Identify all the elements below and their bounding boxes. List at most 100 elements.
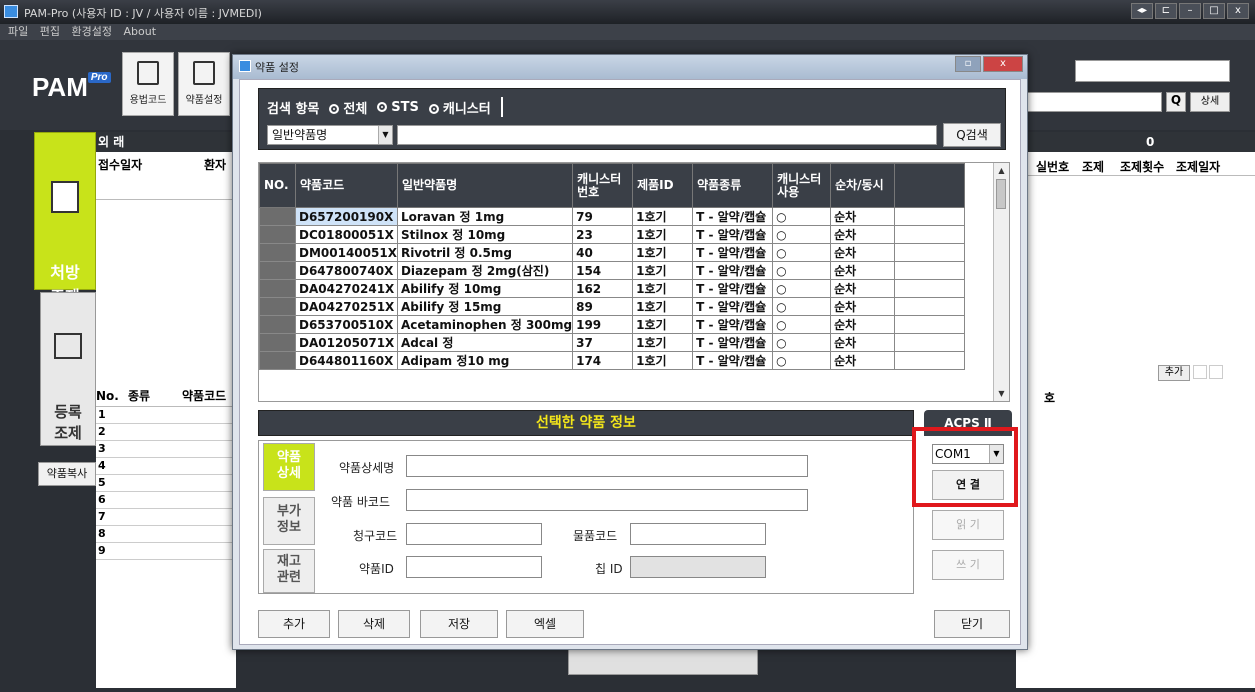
table-row[interactable]: D644801160X Adipam 정10 mg 174 1호기 T - 알약/캡슐 ○… xyxy=(259,351,966,370)
tab-extra-info[interactable]: 부가 정보 xyxy=(263,497,315,545)
delete-button[interactable]: 삭제 xyxy=(338,610,410,638)
goods-code-label: 물품코드 xyxy=(573,529,618,543)
minus-icon[interactable]: − xyxy=(1209,365,1223,379)
cell-seq: 순차 xyxy=(830,279,896,298)
tab-drug-detail[interactable]: 약품 상세 xyxy=(263,443,315,491)
cell-product: 1호기 xyxy=(632,351,694,370)
menu-about[interactable]: About xyxy=(123,24,156,40)
menu-settings[interactable]: 환경설정 xyxy=(72,24,112,40)
logo-badge: Pro xyxy=(87,72,111,83)
table-row[interactable]: DA01205071X Adcal 정 37 1호기 T - 알약/캡슐 ○ 순차 xyxy=(259,333,966,352)
search-button[interactable]: Q검색 xyxy=(943,123,1001,147)
tab-register[interactable]: 등록 조제 xyxy=(40,292,96,446)
cell-name: Loravan 정 1mg xyxy=(396,207,574,226)
drug-table: NO. 약품코드 일반약품명 캐니스터 번호 제품ID 약품종류 캐니스터 사용… xyxy=(259,163,966,370)
search-keyword-input[interactable] xyxy=(397,125,937,145)
list-row[interactable]: 3 xyxy=(96,441,236,458)
scroll-thumb[interactable] xyxy=(996,179,1006,209)
list-row[interactable]: 5 xyxy=(96,475,236,492)
scroll-up-icon[interactable]: ▲ xyxy=(996,165,1007,176)
table-row[interactable]: D657200190X Loravan 정 1mg 79 1호기 T - 알약/캡슐 ○ 순… xyxy=(259,207,966,226)
list-row[interactable]: 1 xyxy=(96,407,236,424)
dialog-window-controls: ▫ x xyxy=(955,56,1023,72)
read-button[interactable]: 읽 기 xyxy=(932,510,1004,540)
table-row[interactable]: DA04270241X Abilify 정 10mg 162 1호기 T - 알약/캡슐… xyxy=(259,279,966,298)
table-row[interactable]: DA04270251X Abilify 정 15mg 89 1호기 T - 알약/캡슐 ○… xyxy=(259,297,966,316)
cell-blank xyxy=(894,297,966,316)
record-count: 0 xyxy=(1146,135,1155,149)
list-row[interactable]: 7 xyxy=(96,509,236,526)
maximize-icon[interactable]: □ xyxy=(1203,3,1225,19)
search-icon[interactable]: Q xyxy=(1166,92,1186,112)
detail-button[interactable]: 상세 xyxy=(1190,92,1230,112)
plus-icon[interactable]: + xyxy=(1193,365,1207,379)
restore-icon[interactable]: ▫ xyxy=(955,56,981,72)
cell-blank xyxy=(894,207,966,226)
cell-use: ○ xyxy=(772,279,832,298)
list-row[interactable]: 2 xyxy=(96,424,236,441)
grid-body: D657200190X Loravan 정 1mg 79 1호기 T - 알약/캡슐 ○ 순… xyxy=(259,207,966,370)
right-search-input[interactable] xyxy=(1016,92,1162,112)
row-gutter xyxy=(259,351,296,370)
col-room: 실번호 xyxy=(1036,160,1070,174)
main-titlebar: PAM-Pro (사용자 ID : JV / 사용자 이름 : JVMEDI) … xyxy=(0,0,1255,24)
add-button[interactable]: 추가 xyxy=(258,610,330,638)
yongbeob-code-button[interactable]: 용법코드 xyxy=(122,52,174,116)
close-button[interactable]: 닫기 xyxy=(934,610,1010,638)
cell-type: T - 알약/캡슐 xyxy=(692,207,774,226)
search-category-select[interactable]: 일반약품명 ▼ xyxy=(267,125,393,145)
cell-blank xyxy=(894,225,966,244)
radio-all[interactable]: 전체 xyxy=(329,98,367,117)
cell-seq: 순차 xyxy=(830,315,896,334)
claim-code-input[interactable] xyxy=(406,523,542,545)
list-row[interactable]: 4 xyxy=(96,458,236,475)
dialog-body: 검색 항목 전체 STS 캐니스터 일반약품명 ▼ Q검색 NO. 약품코드 일… xyxy=(239,79,1021,645)
restore-icon[interactable]: ◂▸ xyxy=(1131,3,1153,19)
add-row-button[interactable]: 추가 xyxy=(1158,365,1190,381)
write-button[interactable]: 쓰 기 xyxy=(932,550,1004,580)
table-row[interactable]: D647800740X Diazepam 정 2mg(삼진) 154 1호기 T - 알… xyxy=(259,261,966,280)
drug-detail-name-input[interactable] xyxy=(406,455,808,477)
cell-canister: 199 xyxy=(572,315,634,334)
scroll-down-icon[interactable]: ▼ xyxy=(996,388,1007,399)
cell-canister: 89 xyxy=(572,297,634,316)
barcode-input[interactable] xyxy=(406,489,808,511)
list-row[interactable]: 6 xyxy=(96,492,236,509)
list-row[interactable]: 9 xyxy=(96,543,236,560)
minimize-icon[interactable]: – xyxy=(1179,3,1201,19)
list-row[interactable]: 8 xyxy=(96,526,236,543)
col-dispense-date: 조제일자 xyxy=(1176,160,1221,174)
right-filter-select[interactable] xyxy=(1075,60,1230,82)
radio-sts[interactable]: STS xyxy=(377,100,419,115)
drug-setting-button[interactable]: 약품설정 xyxy=(178,52,230,116)
drug-id-input[interactable] xyxy=(406,556,542,578)
col-patient: 환자 xyxy=(204,158,227,172)
row-gutter xyxy=(259,261,296,280)
col-blank xyxy=(894,163,966,208)
cell-seq: 순차 xyxy=(830,243,896,262)
col-seq: 순차/동시 xyxy=(830,163,896,208)
save-button[interactable]: 저장 xyxy=(420,610,498,638)
grid-scrollbar[interactable]: ▲ ▼ xyxy=(993,163,1009,401)
goods-code-input[interactable] xyxy=(630,523,766,545)
menu-file[interactable]: 파일 xyxy=(8,24,28,40)
cell-canister: 40 xyxy=(572,243,634,262)
pin-icon[interactable]: ⊏ xyxy=(1155,3,1177,19)
table-row[interactable]: D653700510X Acetaminophen 정 300mg 199 1호기 T … xyxy=(259,315,966,334)
excel-button[interactable]: 엑셀 xyxy=(506,610,584,638)
cell-code: D644801160X xyxy=(295,351,398,370)
drug-copy-button[interactable]: 약품복사 xyxy=(38,462,96,486)
drug-settings-dialog: 약품 설정 ▫ x 검색 항목 전체 STS 캐니스터 일반약품명 ▼ Q검색 xyxy=(232,54,1028,650)
cell-use: ○ xyxy=(772,297,832,316)
table-row[interactable]: DM00140051X Rivotril 정 0.5mg 40 1호기 T - 알약/캡… xyxy=(259,243,966,262)
cell-code: D653700510X xyxy=(295,315,398,334)
table-row[interactable]: DC01800051X Stilnox 정 10mg 23 1호기 T - 알약/캡슐 ○… xyxy=(259,225,966,244)
cell-product: 1호기 xyxy=(632,315,694,334)
close-icon[interactable]: x xyxy=(983,56,1023,72)
close-icon[interactable]: x xyxy=(1227,3,1249,19)
window-controls: ◂▸ ⊏ – □ x xyxy=(1131,3,1249,19)
tab-prescription[interactable]: 처방 조제 xyxy=(34,132,96,306)
radio-canister[interactable]: 캐니스터 xyxy=(428,98,491,117)
tab-inventory[interactable]: 재고 관련 xyxy=(263,549,315,593)
menu-edit[interactable]: 편집 xyxy=(40,24,60,40)
